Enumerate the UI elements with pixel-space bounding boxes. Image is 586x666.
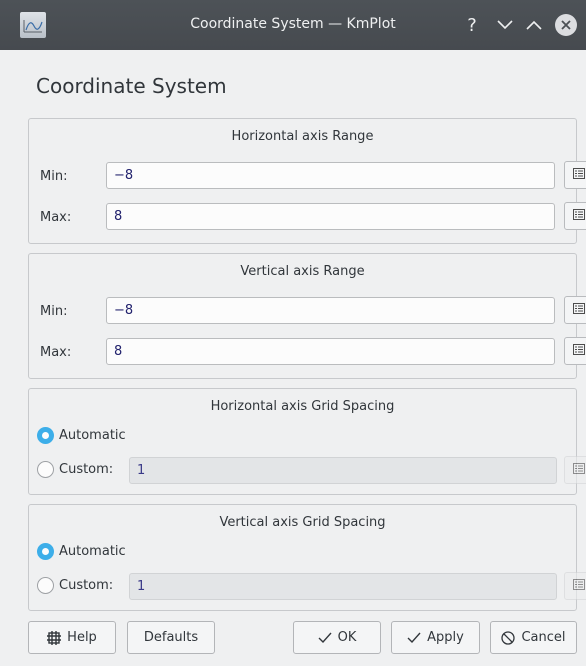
edit-expression-icon <box>572 462 585 478</box>
window-title: Coordinate System — KmPlot <box>190 16 396 32</box>
apply-button-label: Apply <box>427 630 464 645</box>
horizontal-grid-spacing-group: Horizontal axis Grid Spacing Automatic C… <box>28 388 586 495</box>
edit-expression-icon <box>572 302 585 318</box>
group-title: Vertical axis Range <box>240 264 365 279</box>
checkmark-icon <box>407 632 421 643</box>
vertical-max-edit-button[interactable] <box>564 337 586 365</box>
group-title: Vertical axis Grid Spacing <box>219 515 386 530</box>
help-button[interactable]: Help <box>28 621 116 654</box>
horizontal-custom-option[interactable]: Custom: <box>37 461 113 478</box>
vertical-grid-spacing-group: Vertical axis Grid Spacing Automatic Cus… <box>28 504 586 611</box>
radio-checked-icon[interactable] <box>37 543 54 560</box>
vertical-custom-spacing-input[interactable]: 1 <box>129 573 557 600</box>
max-label: Max: <box>40 345 72 360</box>
cancel-button[interactable]: Cancel <box>490 621 577 654</box>
edit-expression-icon <box>572 343 585 359</box>
vertical-axis-range-group: Vertical axis Range Min: −8 Max: 8 <box>28 253 586 379</box>
defaults-button[interactable]: Defaults <box>127 621 215 654</box>
custom-label: Custom: <box>59 462 114 477</box>
automatic-label: Automatic <box>59 428 126 443</box>
help-button-label: Help <box>67 630 97 645</box>
horizontal-custom-spacing-input[interactable]: 1 <box>129 457 557 484</box>
radio-unchecked-icon[interactable] <box>37 461 54 478</box>
horizontal-min-edit-button[interactable] <box>564 161 586 189</box>
window-titlebar: Coordinate System — KmPlot ? <box>0 0 586 50</box>
horizontal-max-edit-button[interactable] <box>564 202 586 230</box>
checkmark-icon <box>318 632 332 643</box>
minimize-chevron-down-icon[interactable] <box>493 13 517 37</box>
group-title: Horizontal axis Grid Spacing <box>210 399 395 414</box>
cancel-button-label: Cancel <box>521 630 566 645</box>
ok-button-label: OK <box>337 630 357 645</box>
vertical-min-input[interactable]: −8 <box>106 297 555 324</box>
max-label: Max: <box>40 210 72 225</box>
min-label: Min: <box>40 304 68 319</box>
horizontal-custom-edit-button[interactable] <box>564 456 586 484</box>
edit-expression-icon <box>572 208 585 224</box>
help-question-icon[interactable]: ? <box>460 13 484 37</box>
radio-checked-icon[interactable] <box>37 427 54 444</box>
automatic-label: Automatic <box>59 544 126 559</box>
page-title: Coordinate System <box>36 74 227 98</box>
vertical-custom-option[interactable]: Custom: <box>37 577 113 594</box>
vertical-min-edit-button[interactable] <box>564 296 586 324</box>
ok-button[interactable]: OK <box>293 621 381 654</box>
group-title: Horizontal axis Range <box>231 129 374 144</box>
edit-expression-icon <box>572 578 585 594</box>
vertical-max-input[interactable]: 8 <box>106 338 555 365</box>
horizontal-axis-range-group: Horizontal axis Range Min: −8 Max: 8 <box>28 118 586 244</box>
horizontal-max-input[interactable]: 8 <box>106 203 555 230</box>
radio-unchecked-icon[interactable] <box>37 577 54 594</box>
help-icon <box>47 630 62 645</box>
horizontal-automatic-option[interactable]: Automatic <box>37 427 126 444</box>
horizontal-min-input[interactable]: −8 <box>106 162 555 189</box>
edit-expression-icon <box>572 167 585 183</box>
defaults-button-label: Defaults <box>143 630 199 645</box>
apply-button[interactable]: Apply <box>391 621 480 654</box>
kmplot-app-icon[interactable] <box>20 12 46 38</box>
min-label: Min: <box>40 169 68 184</box>
custom-label: Custom: <box>59 578 114 593</box>
vertical-automatic-option[interactable]: Automatic <box>37 543 126 560</box>
vertical-custom-edit-button[interactable] <box>564 572 586 600</box>
cancel-icon <box>501 630 516 645</box>
maximize-chevron-up-icon[interactable] <box>522 13 546 37</box>
close-icon[interactable] <box>555 14 577 36</box>
